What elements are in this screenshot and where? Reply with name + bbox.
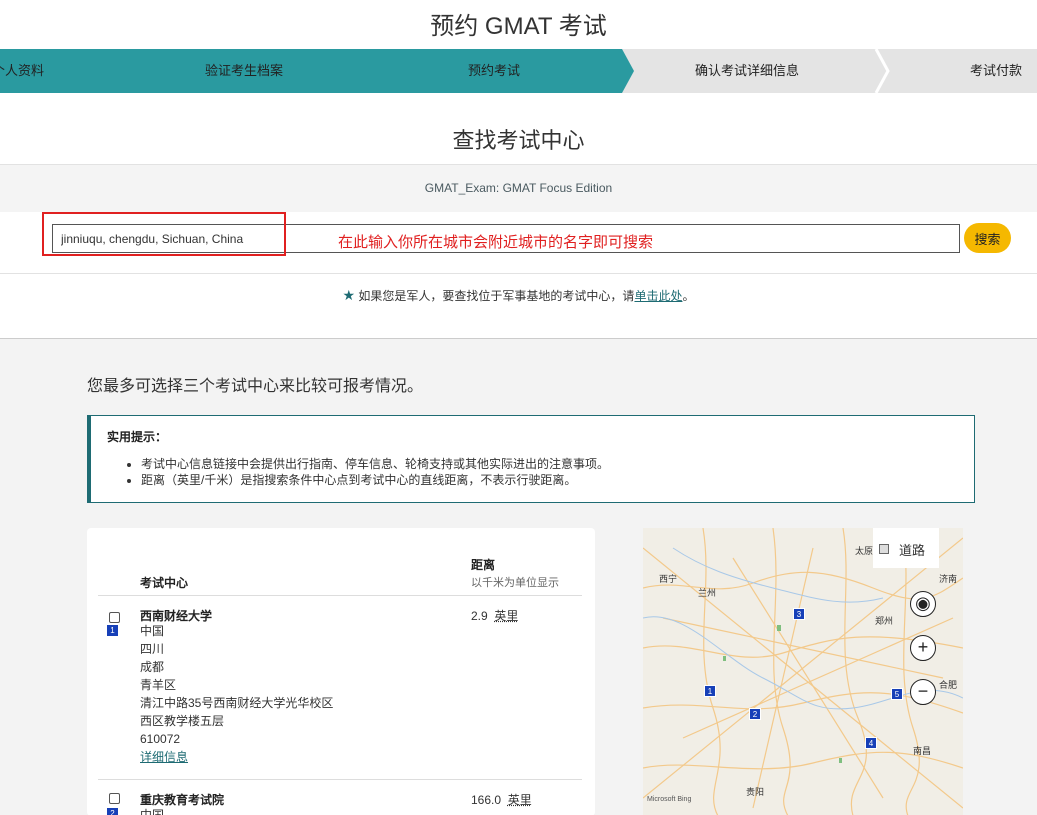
step-confirm-details: 确认考试详细信息 (695, 63, 800, 78)
address-line: 青羊区 (140, 678, 177, 692)
step-payment: 考试付款 (970, 63, 1023, 78)
map-city-label: 郑州 (875, 616, 894, 626)
compare-text: 您最多可选择三个考试中心来比较可报考情况。 (87, 378, 424, 395)
search-button[interactable]: 搜索 (964, 223, 1011, 253)
step-profile[interactable]: 个人资料 (0, 49, 44, 93)
map-park (839, 758, 842, 763)
address-line: 四川 (140, 642, 165, 656)
map-park (777, 625, 781, 631)
select-center-checkbox[interactable] (109, 612, 120, 623)
map[interactable]: 西宁 兰州 太原 济南 郑州 合肥 南昌 贵阳 1 2 3 4 5 道路 ◉ +… (643, 528, 963, 815)
map-pin-icon[interactable]: 5 (891, 688, 903, 700)
map-road (772, 528, 791, 815)
find-center-title: 查找考试中心 (452, 128, 585, 153)
map-park (723, 656, 726, 661)
map-roads (643, 528, 963, 815)
active-steps-fill (0, 49, 634, 93)
map-pin-icon[interactable]: 1 (704, 685, 716, 697)
distance-value: 2.9 (471, 609, 488, 623)
details-link[interactable]: 详细信息 (140, 750, 188, 764)
tip-item: 距离（英里/千米）是指搜索条件中心点到考试中心的直线距离，不表示行驶距离。 (141, 472, 958, 488)
map-city-label: 合肥 (939, 680, 958, 690)
map-road (643, 547, 963, 809)
address-line: 清江中路35号西南财经大学光华校区 (140, 696, 334, 710)
map-road (643, 537, 963, 799)
center-address: 中国 (140, 806, 164, 815)
distance-unit: 英里 (507, 793, 532, 807)
distance-unit: 英里 (494, 609, 519, 623)
road-view-label: 道路 (899, 543, 926, 558)
address-line: 610072 (140, 732, 181, 746)
tip-item: 考试中心信息链接中会提供出行指南、停车信息、轮椅支持或其他实际进出的注意事项。 (141, 456, 958, 472)
military-suffix: 。 (682, 289, 695, 303)
map-style-icon (879, 544, 889, 554)
map-city-label: 济南 (939, 574, 958, 584)
col-center-header: 考试中心 (140, 576, 189, 590)
address-line: 中国 (140, 808, 165, 815)
exam-name: GMAT_Exam: GMAT Focus Edition (0, 164, 1037, 212)
step-divider-4 (874, 49, 890, 93)
row-divider (98, 779, 582, 780)
address-line: 中国 (140, 624, 165, 638)
distance-value: 166.0 (471, 793, 502, 807)
map-city-label: 太原 (855, 546, 874, 556)
results-table: 距离 以千米为单位显示 考试中心 1 西南财经大学 中国 四川 成都 青羊区 清… (87, 528, 595, 815)
zoom-in-button[interactable]: + (910, 635, 936, 661)
center-distance: 166.0 英里 (471, 791, 532, 808)
map-pin-icon[interactable]: 3 (793, 608, 805, 620)
tips-title: 实用提示： (107, 430, 168, 444)
center-distance: 2.9 英里 (471, 607, 518, 624)
map-pin-icon: 1 (106, 624, 119, 637)
address-line: 西区教学楼五层 (140, 714, 225, 728)
map-city-label: 兰州 (698, 588, 717, 598)
select-center-checkbox[interactable] (109, 793, 120, 804)
search-annotation: 在此输入你所在城市会附近城市的名字即可搜索 (338, 234, 654, 251)
locate-icon[interactable]: ◉ (910, 591, 936, 617)
map-pin-icon: 2 (106, 807, 119, 815)
address-line: 成都 (140, 660, 165, 674)
header-divider (98, 595, 582, 596)
map-city-label: 贵阳 (746, 787, 765, 797)
col-distance-sub: 以千米为单位显示 (471, 577, 559, 589)
map-road (732, 557, 884, 799)
map-road (842, 528, 867, 815)
map-pin-icon[interactable]: 2 (749, 708, 761, 720)
page-title: 预约 GMAT 考试 (430, 13, 607, 40)
map-city-label: 南昌 (913, 746, 932, 756)
search-row: 在此输入你所在城市会附近城市的名字即可搜索 搜索 (0, 212, 1037, 274)
map-pin-icon[interactable]: 4 (865, 737, 877, 749)
results-area: 您最多可选择三个考试中心来比较可报考情况。 实用提示： 考试中心信息链接中会提供… (0, 338, 1037, 815)
tips-list: 考试中心信息链接中会提供出行指南、停车信息、轮椅支持或其他实际进出的注意事项。 … (107, 456, 958, 488)
road-view-button[interactable]: 道路 (873, 528, 939, 568)
military-notice: ★ 如果您是军人，要查找位于军事基地的考试中心，请单击此处。 (0, 287, 1037, 304)
step-book-exam[interactable]: 预约考试 (468, 49, 520, 93)
progress-steps: 个人资料 验证考生档案 预约考试 确认考试详细信息 考试付款 (0, 49, 1037, 93)
map-city-label: 西宁 (659, 574, 678, 584)
step-verify-profile[interactable]: 验证考生档案 (205, 49, 283, 93)
star-icon: ★ (342, 287, 356, 303)
zoom-out-button[interactable]: − (910, 679, 936, 705)
military-text: 如果您是军人，要查找位于军事基地的考试中心，请 (358, 289, 635, 303)
map-attribution: Microsoft Bing (647, 796, 692, 803)
col-distance-header: 距离 (471, 558, 496, 572)
center-address: 中国 四川 成都 青羊区 清江中路35号西南财经大学光华校区 西区教学楼五层 6… (140, 622, 333, 766)
military-link[interactable]: 单击此处 (634, 289, 682, 303)
tips-box: 实用提示： 考试中心信息链接中会提供出行指南、停车信息、轮椅支持或其他实际进出的… (87, 415, 975, 503)
map-road (682, 617, 954, 739)
